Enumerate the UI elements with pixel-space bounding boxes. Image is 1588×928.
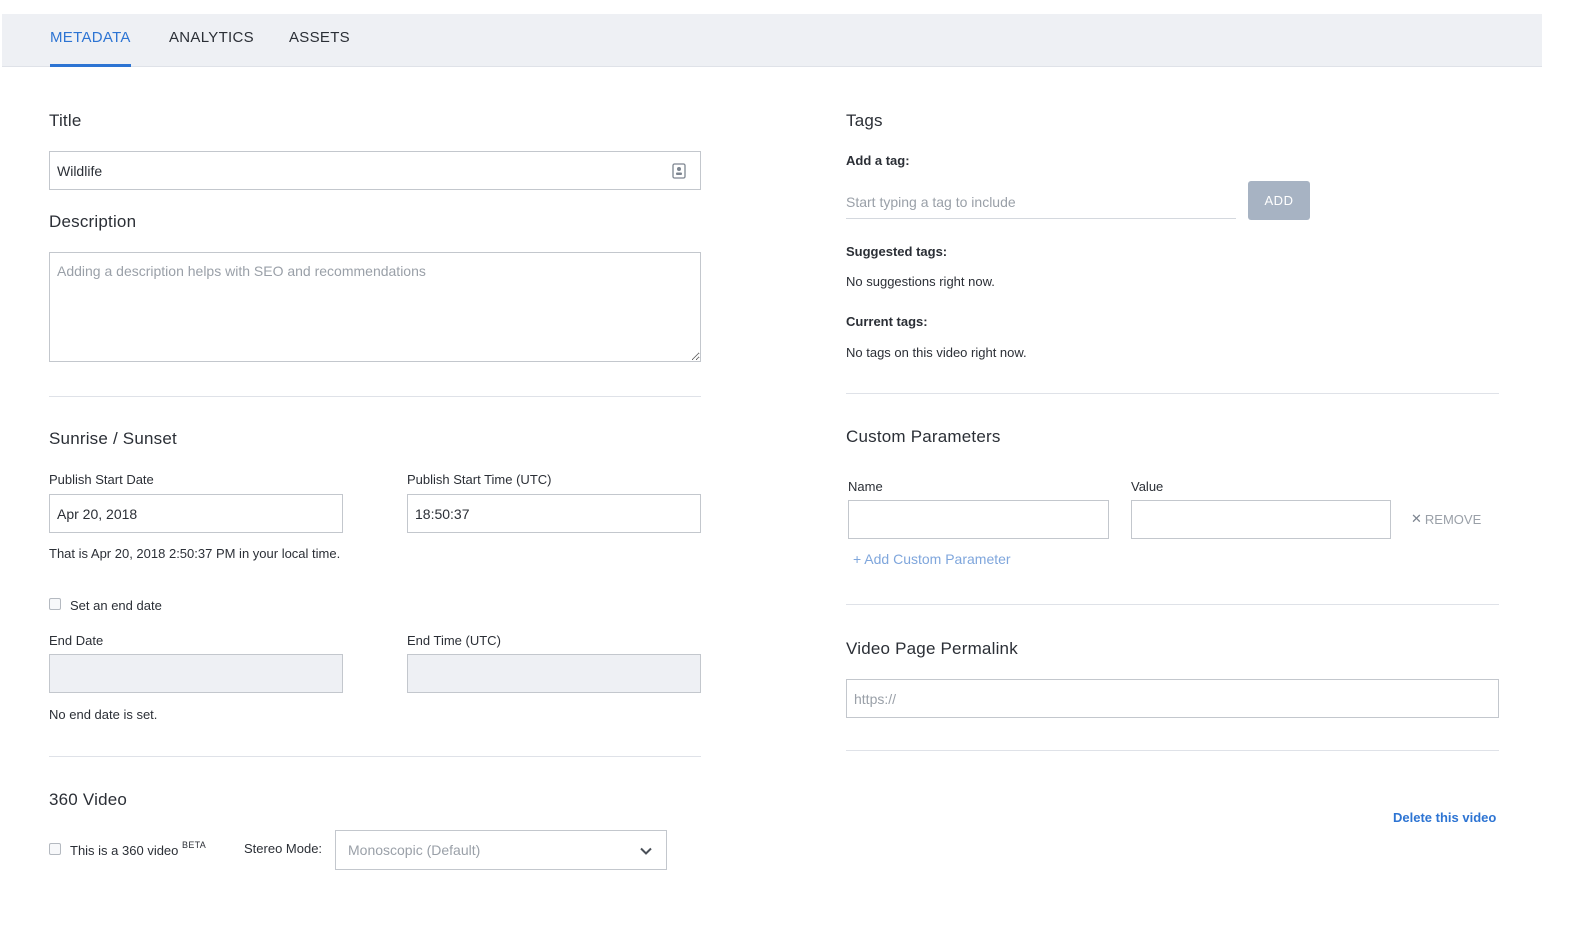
- sunrise-sunset-heading: Sunrise / Sunset: [49, 429, 177, 448]
- no-end-date-note: No end date is set.: [49, 707, 158, 722]
- tag-input[interactable]: Start typing a tag to include: [846, 186, 1236, 219]
- tags-heading: Tags: [846, 111, 883, 130]
- title-input[interactable]: Wildlife: [49, 151, 701, 190]
- publish-start-date-value: Apr 20, 2018: [57, 505, 138, 522]
- tab-bar: METADATA ANALYTICS ASSETS: [2, 14, 1542, 67]
- add-tag-label: Add a tag:: [846, 153, 910, 168]
- end-date-input[interactable]: [49, 654, 343, 693]
- publish-start-date-input[interactable]: Apr 20, 2018: [49, 494, 343, 533]
- end-time-label: End Time (UTC): [407, 633, 501, 648]
- publish-start-date-label: Publish Start Date: [49, 472, 154, 487]
- tab-metadata[interactable]: METADATA: [50, 29, 131, 67]
- current-tags-note: No tags on this video right now.: [846, 345, 1027, 360]
- tag-input-placeholder: Start typing a tag to include: [846, 194, 1016, 210]
- delete-video-link[interactable]: Delete this video: [1393, 810, 1496, 825]
- local-time-note: That is Apr 20, 2018 2:50:37 PM in your …: [49, 546, 341, 561]
- param-name-input[interactable]: [848, 500, 1109, 539]
- close-icon: ✕: [1411, 511, 1422, 526]
- custom-parameters-heading: Custom Parameters: [846, 427, 1001, 446]
- tab-analytics[interactable]: ANALYTICS: [169, 29, 254, 67]
- divider: [846, 750, 1499, 751]
- param-name-label: Name: [848, 479, 883, 494]
- video360-checkbox-label[interactable]: This is a 360 video BETA: [70, 840, 207, 858]
- end-time-input[interactable]: [407, 654, 701, 693]
- remove-label: REMOVE: [1424, 511, 1482, 527]
- param-value-label: Value: [1131, 479, 1164, 494]
- param-value-input[interactable]: [1131, 500, 1391, 539]
- permalink-input[interactable]: https://: [846, 679, 1499, 718]
- description-heading: Description: [49, 212, 137, 231]
- set-end-date-label[interactable]: Set an end date: [70, 598, 162, 613]
- permalink-placeholder: https://: [854, 690, 897, 707]
- contact-card-icon[interactable]: [672, 163, 686, 179]
- add-tag-button[interactable]: ADD: [1248, 181, 1310, 220]
- suggested-tags-label: Suggested tags:: [846, 244, 948, 259]
- video360-heading: 360 Video: [49, 790, 128, 809]
- stereo-mode-value: Monoscopic (Default): [348, 842, 481, 858]
- description-textarea[interactable]: [49, 252, 701, 362]
- end-date-label: End Date: [49, 633, 104, 648]
- add-custom-parameter-link[interactable]: + Add Custom Parameter: [853, 551, 1011, 567]
- stereo-mode-select[interactable]: Monoscopic (Default): [335, 830, 667, 870]
- tab-assets[interactable]: ASSETS: [289, 29, 350, 67]
- suggested-tags-note: No suggestions right now.: [846, 274, 995, 289]
- stereo-mode-label: Stereo Mode:: [244, 841, 323, 856]
- chevron-down-icon: [640, 847, 652, 855]
- divider: [846, 604, 1499, 605]
- current-tags-label: Current tags:: [846, 314, 928, 329]
- divider: [49, 756, 701, 757]
- remove-param-button[interactable]: ✕ REMOVE: [1411, 511, 1481, 527]
- video360-checkbox[interactable]: [49, 843, 61, 855]
- title-heading: Title: [49, 111, 82, 130]
- divider: [846, 393, 1499, 394]
- beta-badge: BETA: [182, 840, 207, 850]
- divider: [49, 396, 701, 397]
- permalink-heading: Video Page Permalink: [846, 639, 1018, 658]
- video360-label-text: This is a 360 video: [70, 843, 179, 858]
- publish-start-time-input[interactable]: 18:50:37: [407, 494, 701, 533]
- publish-start-time-value: 18:50:37: [415, 505, 470, 522]
- publish-start-time-label: Publish Start Time (UTC): [407, 472, 552, 487]
- set-end-date-checkbox[interactable]: [49, 598, 61, 610]
- title-value: Wildlife: [57, 162, 103, 179]
